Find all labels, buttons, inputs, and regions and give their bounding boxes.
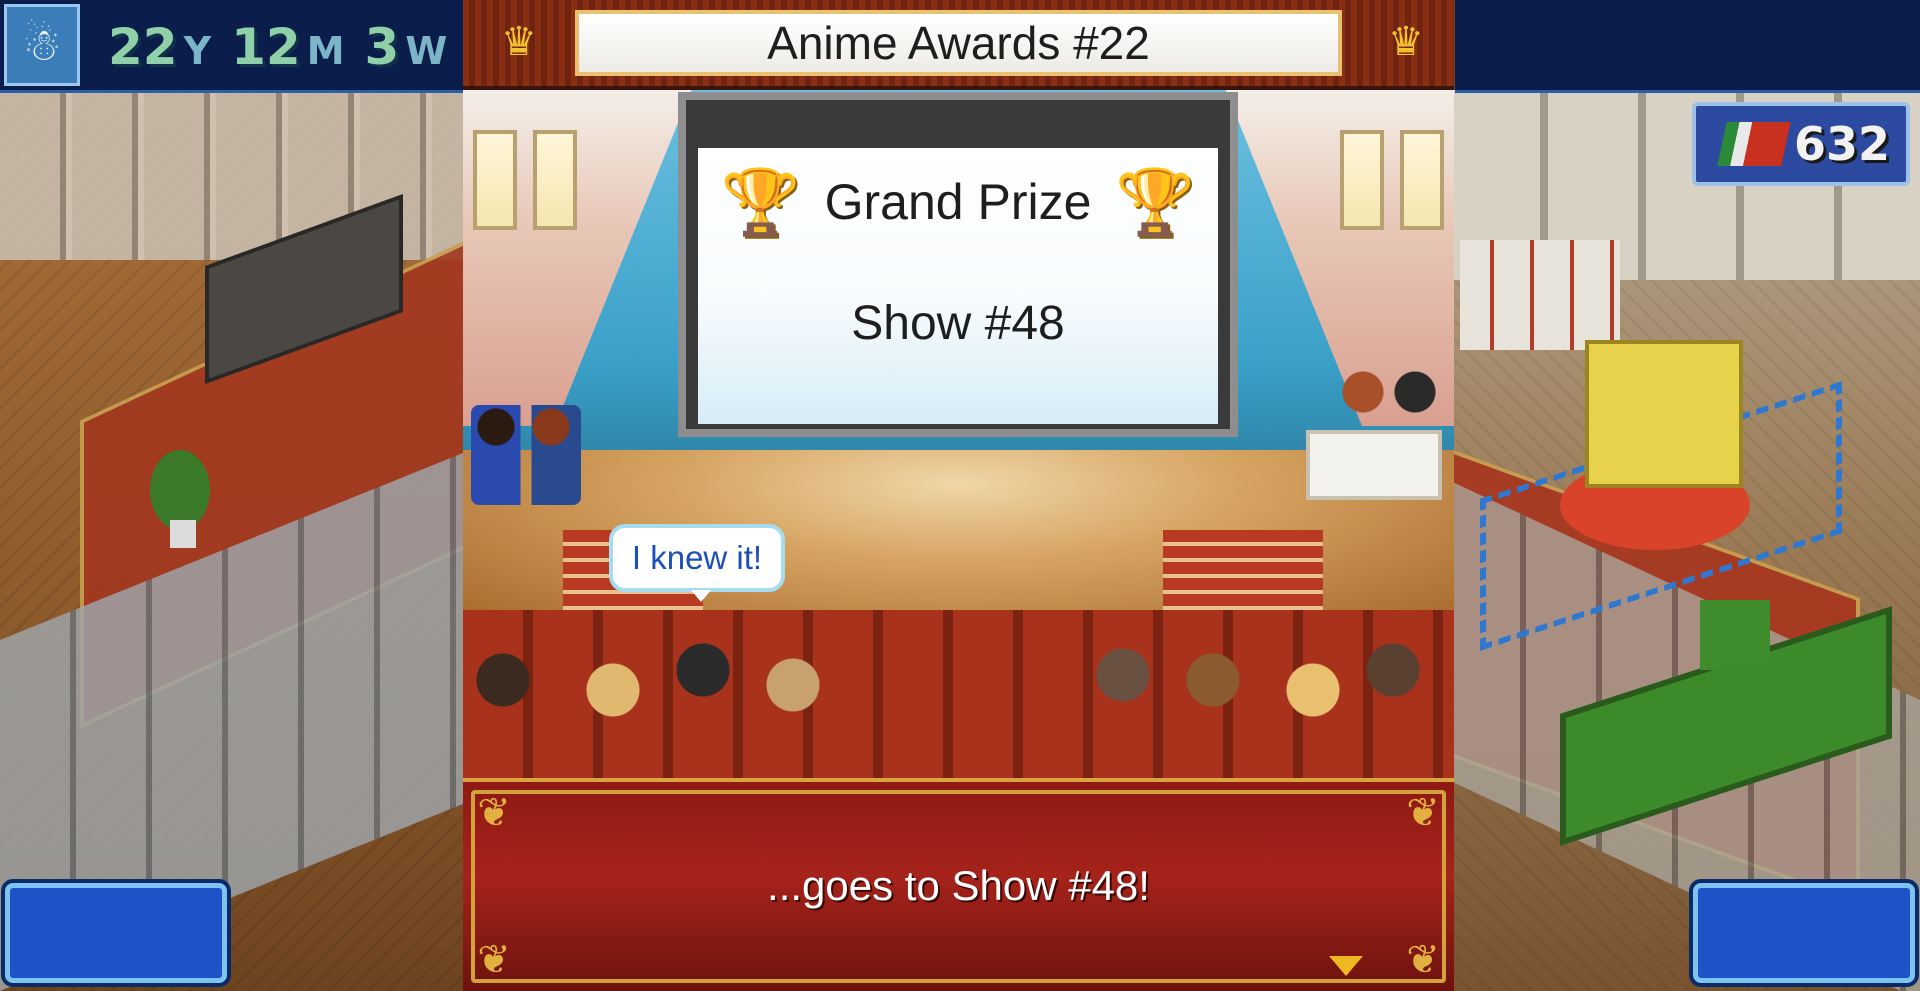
award-ceremony-panel: 🏆 Grand Prize 🏆 Show #48 I knew it! ♛ An… [463,0,1454,991]
trophy-icon: 🏆 [720,166,801,238]
judges-podium [1306,430,1442,500]
hud-date-bar: ☃ 22 Y 12 M 3 W [0,0,465,93]
lantern-icon [1400,130,1444,230]
advance-arrow-icon[interactable] [1329,956,1363,976]
years-value: 22 [108,18,178,76]
research-points-counter[interactable]: 632 [1692,102,1910,186]
weeks-value: 3 [364,18,400,76]
ornament-icon: ❦ [1406,791,1440,835]
lantern-icon [473,130,517,230]
winner-name: Show #48 [851,297,1065,350]
years-unit: Y [183,29,212,73]
presenter-characters [471,405,581,505]
ornament-icon: ❦ [1406,938,1440,982]
award-screen-display: 🏆 Grand Prize 🏆 Show #48 [698,148,1218,424]
points-value: 632 [1793,117,1890,171]
title-bar: ♛ Anime Awards #22 ♛ [463,0,1454,90]
stage-stairs-right [1163,530,1323,620]
ornament-icon: ❦ [477,938,511,982]
bottom-left-menu-button[interactable] [5,883,227,983]
speech-bubble: I knew it! [609,524,785,602]
potted-plant-icon [150,450,210,530]
hud-top-right-bar [1455,0,1920,93]
months-unit: M [306,29,345,73]
dialog-text: ...goes to Show #48! [767,862,1150,909]
judge-characters [1333,368,1443,432]
audience-seats [463,610,1454,780]
topiary-bush [1700,600,1770,670]
award-title: Anime Awards #22 [575,10,1342,76]
prize-label: Grand Prize [824,174,1092,230]
prize-heading: 🏆 Grand Prize 🏆 [698,170,1218,234]
lantern-icon [533,130,577,230]
bookshelf[interactable] [1460,240,1620,350]
points-flag-icon [1717,122,1791,166]
award-screen: 🏆 Grand Prize 🏆 Show #48 [678,92,1238,437]
gold-trophy-icon: ♛ [1388,20,1424,64]
gold-trophy-icon: ♛ [501,20,537,64]
bottom-right-menu-button[interactable] [1693,883,1915,983]
dialog-box[interactable]: ❦ ❦ ❦ ❦ ...goes to Show #48! [463,778,1454,991]
ornament-icon: ❦ [477,791,511,835]
cube-mascot-statue[interactable] [1585,340,1743,488]
months-value: 12 [231,18,301,76]
snowman-icon[interactable]: ☃ [4,4,80,86]
weeks-unit: W [405,29,448,73]
game-date: 22 Y 12 M 3 W [108,18,447,76]
trophy-icon: 🏆 [1115,166,1196,238]
plant-pot [170,520,196,548]
lantern-icon [1340,130,1384,230]
